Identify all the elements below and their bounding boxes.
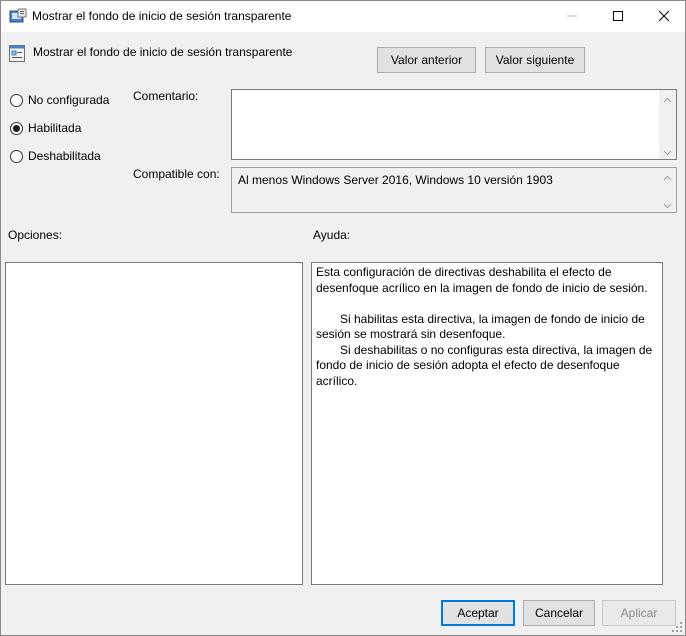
options-pane (5, 262, 303, 585)
window-title: Mostrar el fondo de inicio de sesión tra… (32, 9, 292, 23)
ok-button[interactable]: Aceptar (441, 600, 515, 626)
policy-dialog: Mostrar el fondo de inicio de sesión tra… (0, 0, 686, 636)
minimize-icon (567, 10, 577, 24)
radio-circle[interactable] (10, 93, 23, 107)
policy-setting-icon (9, 45, 25, 62)
scroll-up-icon[interactable] (663, 94, 672, 103)
radio-label: No configurada (28, 93, 110, 107)
title-bar[interactable]: Mostrar el fondo de inicio de sesión tra… (1, 1, 685, 32)
radio-enabled[interactable]: Habilitada (10, 121, 81, 135)
scroll-down-icon[interactable] (663, 146, 672, 156)
help-paragraph: Si habilitas esta directiva, la imagen d… (316, 311, 645, 342)
scroll-up-icon[interactable] (663, 172, 672, 181)
maximize-icon (613, 10, 623, 24)
radio-label: Habilitada (28, 121, 82, 135)
compat-scrollbar[interactable] (659, 168, 676, 212)
radio-disabled[interactable]: Deshabilitada (10, 149, 101, 163)
close-button[interactable] (641, 1, 686, 32)
next-setting-button[interactable]: Valor siguiente (485, 47, 585, 73)
radio-label: Deshabilitada (28, 149, 101, 163)
policy-title: Mostrar el fondo de inicio de sesión tra… (33, 45, 293, 59)
compatible-field: Al menos Windows Server 2016, Windows 10… (231, 167, 677, 213)
cancel-button[interactable]: Cancelar (523, 600, 595, 626)
resize-grip-icon[interactable] (671, 621, 683, 633)
help-text: Esta configuración de directivas deshabi… (316, 265, 658, 389)
close-icon (658, 10, 670, 24)
compatible-label: Compatible con: (133, 167, 220, 181)
radio-circle[interactable] (10, 149, 23, 163)
compatible-value: Al menos Windows Server 2016, Windows 10… (238, 173, 553, 187)
help-pane[interactable]: Esta configuración de directivas deshabi… (311, 262, 663, 585)
comment-field[interactable] (231, 89, 677, 160)
help-label: Ayuda: (313, 228, 351, 242)
options-label: Opciones: (8, 228, 63, 242)
apply-button[interactable]: Aplicar (602, 600, 676, 626)
help-paragraph: Esta configuración de directivas deshabi… (316, 265, 648, 295)
scroll-down-icon[interactable] (663, 199, 672, 209)
maximize-button[interactable] (595, 1, 641, 32)
help-paragraph: Si deshabilitas o no configuras esta dir… (316, 342, 653, 388)
minimize-button[interactable] (549, 1, 595, 32)
comment-scrollbar[interactable] (659, 90, 676, 159)
policy-editor-icon (9, 8, 27, 24)
radio-not-configured[interactable]: No configurada (10, 93, 109, 107)
radio-circle-checked[interactable] (10, 121, 23, 135)
previous-setting-button[interactable]: Valor anterior (377, 47, 476, 73)
comment-label: Comentario: (133, 89, 199, 103)
